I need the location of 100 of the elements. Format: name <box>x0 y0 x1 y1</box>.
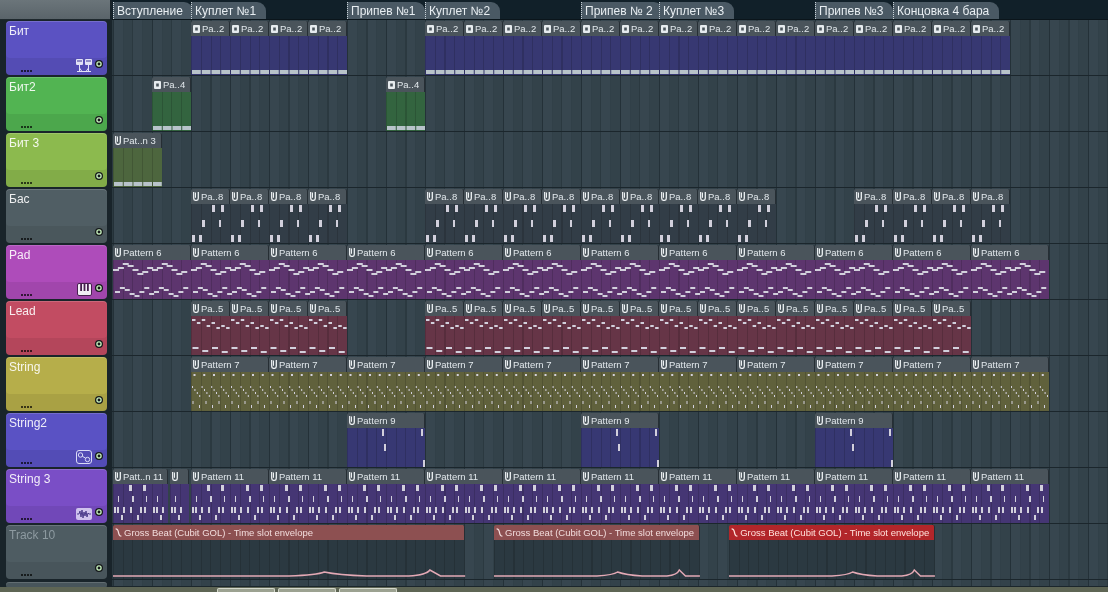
clip-header[interactable]: Pa..8 <box>698 189 737 204</box>
clip-header[interactable]: Pa..5 <box>698 301 737 316</box>
clip-header[interactable]: Pa..5 <box>620 301 659 316</box>
clip-header[interactable]: Pa..2 <box>854 21 893 36</box>
clip-header[interactable]: Pa..5 <box>815 301 854 316</box>
clip-header[interactable]: Pa..8 <box>503 189 542 204</box>
track-header[interactable]: Бит <box>6 21 107 75</box>
clip-header[interactable]: Pattern 7 <box>425 357 503 372</box>
clip-header[interactable]: Pattern 11 <box>815 469 893 484</box>
clip-header[interactable]: Pa..2 <box>659 21 698 36</box>
clip-header[interactable]: Pa..5 <box>581 301 620 316</box>
clip-header[interactable]: Pattern 7 <box>659 357 737 372</box>
clip-header[interactable]: Pattern 11 <box>737 469 815 484</box>
clip-header[interactable]: Pa..2 <box>308 21 347 36</box>
clip-header[interactable]: Pa..2 <box>971 21 1010 36</box>
clip-header[interactable]: Pattern 6 <box>581 245 659 260</box>
clip-header[interactable]: Pa..8 <box>269 189 308 204</box>
clip-header[interactable]: Pa..8 <box>971 189 1010 204</box>
clip-header[interactable]: Gross Beat (Cubit GOL) - Time slot envelope <box>729 525 936 540</box>
ring-icon[interactable] <box>95 60 103 68</box>
clip-header[interactable]: Patt..n 11 <box>113 469 168 484</box>
clip-header[interactable]: Pa..8 <box>425 189 464 204</box>
clip-header[interactable]: Pa..2 <box>503 21 542 36</box>
marker-tab[interactable]: Куплет №2 <box>425 2 501 19</box>
clip-header[interactable]: Gross Beat (Cubit GOL) - Time slot envelope <box>494 525 700 540</box>
clip-header[interactable]: Pa..2 <box>620 21 659 36</box>
clip-header[interactable]: Pa..8 <box>932 189 971 204</box>
clip-header[interactable]: Pattern 9 <box>581 413 659 428</box>
ring-icon[interactable] <box>95 340 103 348</box>
clip-header[interactable]: Pattern 7 <box>893 357 971 372</box>
clip-header[interactable]: Pa..2 <box>776 21 815 36</box>
clip-header[interactable]: Pa..2 <box>269 21 308 36</box>
clip-header[interactable]: Pattern 7 <box>737 357 815 372</box>
clip-header[interactable]: Pa..5 <box>269 301 308 316</box>
clip-header[interactable]: Pa..8 <box>620 189 659 204</box>
clip-header[interactable]: Pa..5 <box>464 301 503 316</box>
clip-header[interactable]: Pattern 6 <box>269 245 347 260</box>
track-header[interactable]: String2 <box>6 413 107 467</box>
clip-header[interactable]: Pattern 11 <box>503 469 581 484</box>
clip-header[interactable]: Pattern 6 <box>737 245 815 260</box>
clip-header[interactable]: Pa..5 <box>542 301 581 316</box>
clip-header[interactable]: Pa..2 <box>932 21 971 36</box>
clip-header[interactable]: Pattern 6 <box>971 245 1049 260</box>
clip-header[interactable]: Gross Beat (Cubit GOL) - Time slot envelope <box>113 525 466 540</box>
clip-header[interactable]: Pa..8 <box>581 189 620 204</box>
marker-tab[interactable]: Концовка 4 бара <box>893 2 1000 19</box>
clip-header[interactable]: Pa..2 <box>191 21 230 36</box>
clip-header[interactable]: Pa..8 <box>659 189 698 204</box>
marker-tab[interactable]: Припев №1 <box>347 2 426 19</box>
clip-header[interactable]: Pattern 6 <box>347 245 425 260</box>
clip-header[interactable]: Pa..2 <box>581 21 620 36</box>
clip-header[interactable]: Pat..n 3 <box>113 133 162 148</box>
marker-tab[interactable]: Куплет №3 <box>659 2 735 19</box>
clip-header[interactable]: Pattern 11 <box>893 469 971 484</box>
clip-header[interactable]: Pattern 7 <box>815 357 893 372</box>
clip-header[interactable]: Pattern 11 <box>425 469 503 484</box>
clip-header[interactable]: Pattern 6 <box>659 245 737 260</box>
clip-header[interactable]: Pattern 6 <box>425 245 503 260</box>
clip-header[interactable]: Pa..8 <box>737 189 776 204</box>
clip-header[interactable]: Pattern 11 <box>347 469 425 484</box>
clip-header[interactable]: Pa..8 <box>191 189 230 204</box>
ring-icon[interactable] <box>95 508 103 516</box>
ring-icon[interactable] <box>95 284 103 292</box>
clip-header[interactable]: Pa..8 <box>893 189 932 204</box>
clip-header[interactable]: Pattern 7 <box>503 357 581 372</box>
clip-header[interactable] <box>169 469 189 484</box>
clip-header[interactable]: Pattern 11 <box>191 469 269 484</box>
clip-header[interactable]: Pattern 9 <box>347 413 425 428</box>
clip-header[interactable]: Pattern 9 <box>815 413 893 428</box>
track-header[interactable]: Бас <box>6 189 107 243</box>
clip-header[interactable]: Pa..5 <box>191 301 230 316</box>
clip-header[interactable]: Pattern 7 <box>347 357 425 372</box>
track-header[interactable]: Pad <box>6 245 107 299</box>
clip-header[interactable]: Pattern 11 <box>659 469 737 484</box>
clip-header[interactable]: Pa..5 <box>659 301 698 316</box>
clip-header[interactable]: Pattern 11 <box>581 469 659 484</box>
ring-icon[interactable] <box>95 452 103 460</box>
clip-header[interactable]: Pa..5 <box>893 301 932 316</box>
clip-header[interactable]: Pa..8 <box>854 189 893 204</box>
clip-header[interactable]: Pa..4 <box>386 77 425 92</box>
marker-tab[interactable]: Припев №3 <box>815 2 894 19</box>
clip-header[interactable]: Pa..5 <box>737 301 776 316</box>
clip-header[interactable]: Pa..8 <box>542 189 581 204</box>
clip-header[interactable]: Pa..5 <box>230 301 269 316</box>
clip-header[interactable]: Pa..5 <box>308 301 347 316</box>
marker-tab[interactable]: Вступление <box>113 2 193 19</box>
ring-icon[interactable] <box>95 116 103 124</box>
clip-header[interactable]: Pattern 6 <box>815 245 893 260</box>
clip-header[interactable]: Pa..2 <box>425 21 464 36</box>
clip-header[interactable]: Pa..5 <box>776 301 815 316</box>
ring-icon[interactable] <box>95 228 103 236</box>
clip-header[interactable]: Pa..2 <box>815 21 854 36</box>
clip-header[interactable]: Pa..8 <box>230 189 269 204</box>
clip-header[interactable]: Pattern 6 <box>191 245 269 260</box>
clip-header[interactable]: Pa..2 <box>737 21 776 36</box>
clip-header[interactable]: Pattern 6 <box>893 245 971 260</box>
clip-header[interactable]: Pattern 7 <box>971 357 1049 372</box>
clip-header[interactable]: Pattern 7 <box>269 357 347 372</box>
clip-header[interactable]: Pattern 7 <box>581 357 659 372</box>
track-header[interactable]: String 3 <box>6 469 107 523</box>
